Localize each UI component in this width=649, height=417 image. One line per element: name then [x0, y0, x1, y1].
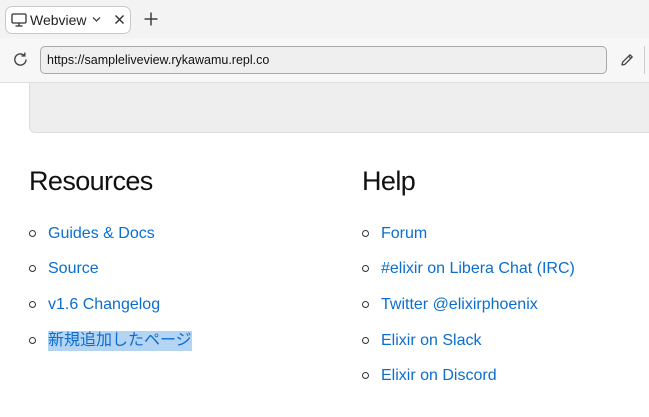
link-guides-docs[interactable]: Guides & Docs: [48, 224, 155, 244]
link-changelog[interactable]: v1.6 Changelog: [48, 295, 160, 315]
close-icon[interactable]: [114, 14, 125, 25]
bullet-icon: [29, 265, 36, 272]
link-slack[interactable]: Elixir on Slack: [381, 331, 481, 351]
bullet-icon: [362, 230, 369, 237]
pencil-icon[interactable]: [619, 52, 635, 68]
bullet-icon: [29, 301, 36, 308]
link-forum[interactable]: Forum: [381, 224, 427, 244]
link-discord[interactable]: Elixir on Discord: [381, 366, 497, 386]
link-twitter[interactable]: Twitter @elixirphoenix: [381, 295, 538, 315]
bullet-icon: [362, 301, 369, 308]
browser-toolbar: https://sampleliveview.rykawamu.repl.co: [0, 38, 649, 83]
toolbar-edge: [644, 46, 645, 74]
help-heading: Help: [362, 166, 416, 196]
address-bar[interactable]: https://sampleliveview.rykawamu.repl.co: [40, 46, 607, 74]
hero-panel: [29, 83, 649, 133]
bullet-icon: [362, 372, 369, 379]
resources-heading: Resources: [29, 166, 153, 196]
tab-strip: Webview: [0, 0, 649, 38]
help-section: Help Forum #elixir on Libera Chat (IRC) …: [362, 166, 575, 384]
tab-title: Webview: [30, 12, 87, 28]
reload-icon[interactable]: [12, 51, 29, 68]
bullet-icon: [29, 337, 36, 344]
chevron-down-icon[interactable]: [92, 16, 101, 23]
bullet-icon: [29, 230, 36, 237]
webview-content: Resources Guides & Docs Source v1.6 Chan…: [0, 83, 649, 417]
plus-icon[interactable]: [143, 11, 159, 27]
link-new-page[interactable]: 新規追加したページ: [48, 331, 192, 351]
resources-section: Resources Guides & Docs Source v1.6 Chan…: [29, 166, 192, 351]
link-source[interactable]: Source: [48, 259, 99, 279]
link-libera-chat[interactable]: #elixir on Libera Chat (IRC): [381, 259, 575, 279]
address-bar-url: https://sampleliveview.rykawamu.repl.co: [47, 53, 270, 67]
bullet-icon: [362, 265, 369, 272]
tab-webview[interactable]: Webview: [5, 6, 131, 34]
bullet-icon: [362, 337, 369, 344]
monitor-icon: [11, 13, 27, 27]
